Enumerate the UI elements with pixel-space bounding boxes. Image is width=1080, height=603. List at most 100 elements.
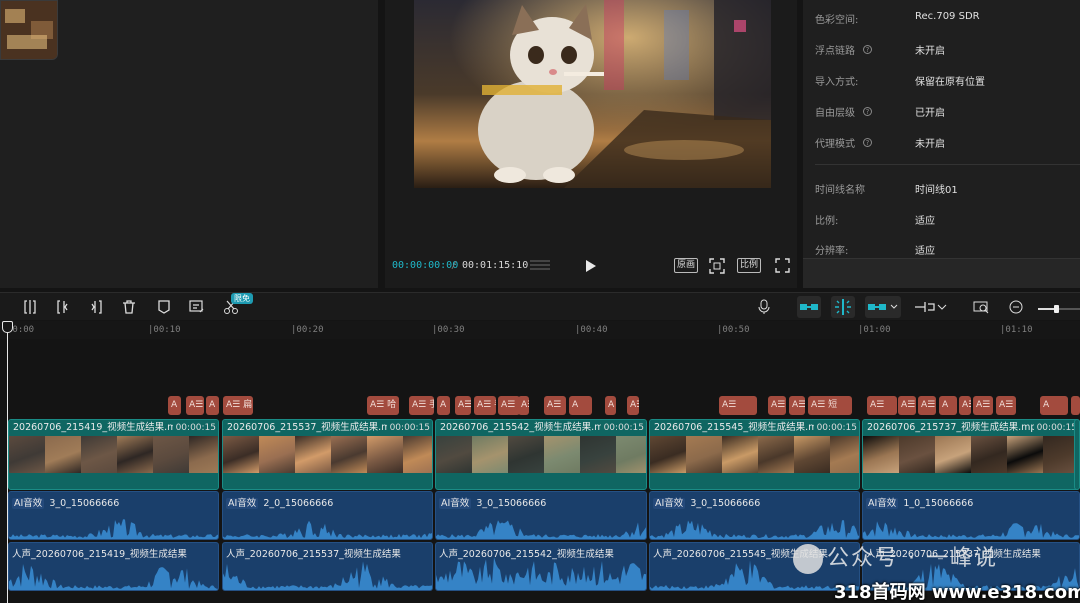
caption-clip[interactable]: A☰ 手 — [474, 396, 496, 415]
microphone-icon[interactable] — [756, 299, 772, 315]
video-frame-thumbnail — [758, 436, 794, 473]
caption-clip[interactable]: A☰ 别蹭 — [789, 396, 805, 415]
caption-clip[interactable]: A — [605, 396, 616, 415]
video-preview[interactable] — [414, 0, 771, 188]
preview-axis-icon[interactable] — [914, 299, 936, 315]
video-clip[interactable]: 20260706_215419_视频生成结果.mp4 00:00:15 — [8, 419, 219, 490]
caption-clip[interactable]: A☰ — [719, 396, 757, 415]
caption-clip[interactable]: A☰ — [973, 396, 993, 415]
video-clip-header: 20260706_215737_视频生成结果.mp4 00:00:15 — [863, 420, 1079, 436]
timeline-ruler[interactable]: 00:00 |00:10 |00:20 |00:30 |00:40 |00:50 |01:0… — [0, 321, 1080, 339]
property-label: 分辨率: — [815, 246, 849, 257]
zoom-fit-icon[interactable] — [973, 299, 989, 315]
video-frame-thumbnail — [472, 436, 508, 473]
caption-clip[interactable]: A — [206, 396, 219, 415]
caption-clip[interactable]: A☰ — [518, 396, 529, 415]
caption-clip[interactable]: A☰ 哈 — [367, 396, 399, 415]
property-label: 代理模式 — [815, 139, 855, 150]
video-clip[interactable]: 20260706_215542_视频生成结果.mp4 00:00:15 — [435, 419, 647, 490]
fit-screen-icon[interactable] — [709, 258, 725, 274]
play-icon[interactable] — [585, 259, 597, 273]
help-icon[interactable]: ? — [863, 45, 872, 54]
caption-clip[interactable]: A☰ — [186, 396, 204, 415]
video-clip[interactable]: 20260706_215537_视频生成结果.mp4 00:00:15 — [222, 419, 433, 490]
property-row: 浮点链路? 未开启 — [815, 42, 1080, 60]
help-icon[interactable]: ? — [863, 138, 872, 147]
voice-clip[interactable]: 人声_20260706_215419_视频生成结果 — [8, 542, 219, 591]
main-track-magnet-toggle[interactable] — [797, 296, 821, 318]
player-panel: 00:00:00:00 / 00:01:15:10 原画 比例 — [385, 0, 797, 288]
property-label: 时间线名称 — [815, 185, 865, 196]
video-frame-thumbnail — [117, 436, 153, 473]
video-frame-thumbnail — [153, 436, 189, 473]
caption-clip[interactable]: A — [1040, 396, 1068, 415]
sfx-clip[interactable]: AI音效 3_0_15066666 — [435, 491, 647, 540]
caption-clip[interactable]: A☰ 呦类 — [627, 396, 639, 415]
sfx-clip[interactable]: AI音效 2_0_15066666 — [222, 491, 433, 540]
waveform — [223, 520, 432, 539]
help-icon[interactable]: ? — [863, 107, 872, 116]
waveform-toggle-icon[interactable] — [530, 258, 550, 272]
caption-clip[interactable]: A☰ 短 — [808, 396, 852, 415]
caption-clip[interactable]: A — [437, 396, 450, 415]
edit-caption-icon[interactable] — [189, 299, 205, 315]
caption-clip[interactable]: A☰ — [959, 396, 971, 415]
video-frame-thumbnail — [81, 436, 117, 473]
video-clip-thumbnails — [863, 436, 1079, 473]
fullscreen-icon[interactable] — [775, 258, 790, 273]
caption-clip[interactable]: A — [569, 396, 592, 415]
linkage-toggle[interactable] — [865, 296, 901, 318]
property-row: 自由层级? 已开启 — [815, 104, 1080, 122]
property-label: 自由层级 — [815, 108, 855, 119]
timeline-property-row: 时间线名称 时间线01 — [815, 181, 1080, 199]
video-frame-thumbnail — [1007, 436, 1043, 473]
caption-clip[interactable]: A☰ 手 — [498, 396, 520, 415]
caption-clip[interactable]: A☰ 手 — [409, 396, 434, 415]
voice-clip[interactable]: 人声_20260706_215542_视频生成结果 — [435, 542, 647, 591]
caption-clip[interactable]: A — [168, 396, 181, 415]
video-frame-thumbnail — [295, 436, 331, 473]
caption-clip[interactable]: A☰ — [898, 396, 916, 415]
delete-icon[interactable] — [121, 299, 137, 315]
video-clip[interactable] — [1074, 419, 1080, 490]
caption-clip[interactable]: A☰ — [867, 396, 897, 415]
ai-sfx-tag: AI音效 — [226, 498, 259, 509]
sfx-clip[interactable]: AI音效 3_0_15066666 — [649, 491, 860, 540]
chevron-down-icon[interactable] — [937, 299, 947, 315]
caption-clip[interactable]: A☰ 行 — [996, 396, 1016, 415]
ratio-button[interactable]: 比例 — [737, 258, 762, 273]
video-frame-thumbnail — [686, 436, 722, 473]
caption-clip[interactable] — [1071, 396, 1080, 415]
sfx-clip-name: 2_0_15066666 — [263, 498, 334, 509]
playhead-handle[interactable] — [2, 321, 13, 333]
video-clip-duration: 00:00:15 — [386, 420, 430, 436]
ai-sfx-tag: AI音效 — [12, 498, 45, 509]
caption-clip[interactable]: A — [939, 396, 957, 415]
trim-left-icon[interactable] — [55, 299, 71, 315]
property-value: 未开启 — [915, 139, 945, 150]
caption-clip[interactable]: A☰ — [544, 396, 566, 415]
video-clip[interactable]: 20260706_215737_视频生成结果.mp4 00:00:15 — [862, 419, 1080, 490]
caption-clip[interactable]: A☰ — [918, 396, 936, 415]
caption-clip[interactable]: A☰ — [455, 396, 471, 415]
video-frame-thumbnail — [331, 436, 367, 473]
sfx-clip[interactable]: AI音效 3_0_15066666 — [8, 491, 219, 540]
timecode-separator: / — [451, 260, 458, 271]
playhead[interactable] — [7, 321, 8, 603]
media-thumbnail[interactable] — [0, 0, 58, 60]
zoom-out-icon[interactable] — [1008, 299, 1024, 315]
zoom-slider[interactable] — [1038, 303, 1080, 313]
original-quality-button[interactable]: 原画 — [674, 258, 699, 273]
caption-clip[interactable]: A☰ 扁 — [223, 396, 253, 415]
trim-right-icon[interactable] — [88, 299, 104, 315]
ai-sfx-tag: AI音效 — [866, 498, 899, 509]
video-clip[interactable]: 20260706_215545_视频生成结果.mp4 00:00:15 — [649, 419, 860, 490]
caption-clip[interactable]: A☰ — [768, 396, 786, 415]
sfx-clip[interactable]: AI音效 1_0_15066666 — [862, 491, 1080, 540]
marker-icon[interactable] — [156, 299, 172, 315]
video-frame-thumbnail — [367, 436, 403, 473]
auto-snap-toggle[interactable] — [831, 296, 855, 318]
voice-clip[interactable]: 人声_20260706_215537_视频生成结果 — [222, 542, 433, 591]
split-icon[interactable] — [22, 299, 38, 315]
watermark-site: 318首码网 www.e318.com — [834, 582, 1080, 603]
